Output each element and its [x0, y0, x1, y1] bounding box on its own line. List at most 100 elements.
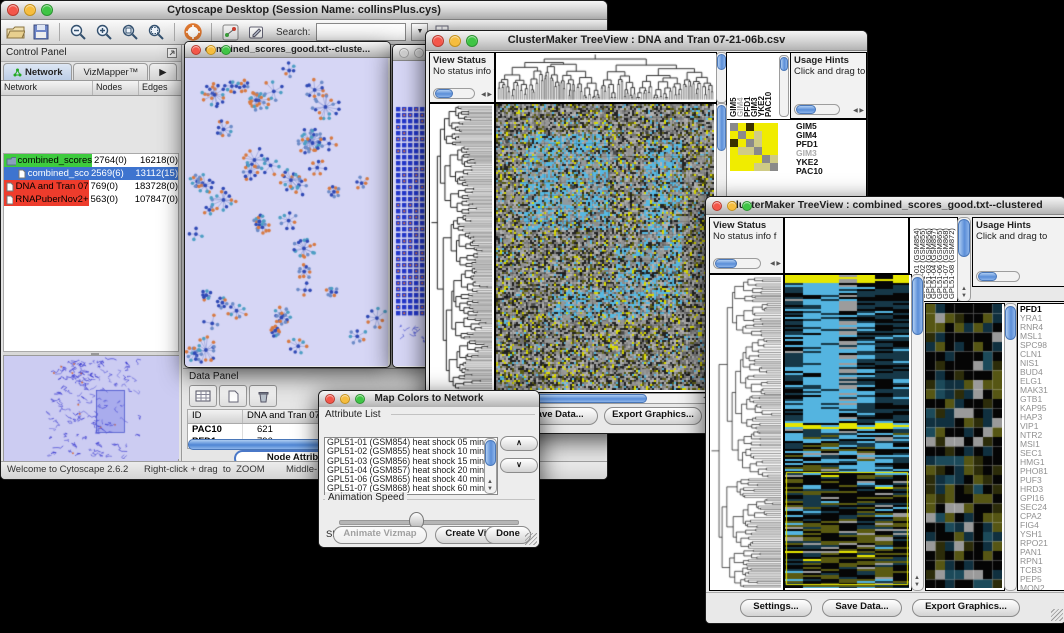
float-panel-icon[interactable]: [167, 48, 177, 58]
close-button[interactable]: [7, 4, 19, 16]
dialog-titlebar[interactable]: Map Colors to Network: [319, 391, 539, 408]
network-row[interactable]: combined_sco2569(6)13112(15): [4, 167, 178, 180]
control-panel-header: Control Panel: [1, 45, 181, 62]
control-panel-title: Control Panel: [6, 47, 67, 58]
settings-button[interactable]: Settings...: [740, 599, 812, 617]
zoom-button[interactable]: [41, 4, 53, 16]
zoom-button[interactable]: [742, 201, 752, 211]
scroll-arrows[interactable]: ◀ ▶: [770, 261, 781, 268]
close-button[interactable]: [432, 35, 444, 47]
zoom-button[interactable]: [221, 45, 231, 55]
minimap-cell: [762, 131, 770, 139]
new-attribute-icon[interactable]: [219, 385, 247, 407]
col-header-edges[interactable]: Edges: [139, 81, 181, 95]
minimize-button[interactable]: [727, 201, 737, 211]
minimap-cell: [738, 123, 746, 131]
minimize-button[interactable]: [449, 35, 461, 47]
cytoscape-titlebar[interactable]: Cytoscape Desktop (Session Name: collins…: [1, 1, 607, 20]
resize-grip[interactable]: [525, 533, 537, 545]
resize-grip[interactable]: [1051, 609, 1063, 621]
close-button[interactable]: [712, 201, 722, 211]
export-graphics-button[interactable]: Export Graphics...: [912, 599, 1020, 617]
network-row[interactable]: DNA and Tran 07769(0)183728(0): [4, 180, 178, 193]
move-down-button[interactable]: ∨: [500, 458, 538, 473]
view-status-scrollbar[interactable]: [713, 258, 761, 269]
attribute-list-scrollbar[interactable]: ▲▼: [484, 438, 497, 494]
document-icon: [6, 195, 13, 205]
network-overview-canvas[interactable]: [4, 356, 179, 459]
save-data-button[interactable]: Save Data...: [822, 599, 902, 617]
heatmap-panel[interactable]: [495, 103, 717, 393]
window-title: Cytoscape Desktop (Session Name: collins…: [167, 4, 441, 16]
minimap-cell: [746, 163, 754, 171]
annotation-icon[interactable]: [246, 22, 266, 42]
column-dendrogram-panel[interactable]: [495, 52, 717, 103]
minimap-cell: [754, 147, 762, 155]
zoom-region-icon[interactable]: [146, 22, 166, 42]
window-controls: [7, 4, 53, 16]
network-view-canvas[interactable]: [185, 58, 388, 366]
zoom-vscrollbar[interactable]: [1004, 303, 1017, 591]
scroll-arrows[interactable]: ◀ ▶: [481, 92, 492, 99]
treeview-dna-titlebar[interactable]: ClusterMaker TreeView : DNA and Tran 07-…: [426, 31, 867, 51]
minimize-button[interactable]: [414, 48, 424, 58]
attribute-select-icon[interactable]: [189, 385, 217, 407]
network-row[interactable]: RNAPuberNov2+563(0)107847(0): [4, 193, 178, 206]
control-panel: Control Panel NetworkVizMapper™▶ Network…: [1, 45, 182, 462]
heatmap-vscrollbar[interactable]: ▲▼: [911, 274, 924, 591]
tab-more[interactable]: ▶: [149, 63, 176, 80]
zoom-in-icon[interactable]: [94, 22, 114, 42]
close-button[interactable]: [399, 48, 409, 58]
labels-scrollbar[interactable]: [779, 55, 789, 117]
col-header-nodes[interactable]: Nodes: [93, 81, 139, 95]
export-graphics-button[interactable]: Export Graphics...: [604, 407, 702, 425]
col-header-network[interactable]: Network: [1, 81, 93, 95]
zoom-fit-icon[interactable]: [120, 22, 140, 42]
zoom-button[interactable]: [466, 35, 478, 47]
scroll-arrows[interactable]: ◀ ▶: [853, 108, 864, 115]
delete-attribute-icon[interactable]: [249, 385, 277, 407]
animate-vizmap-button[interactable]: Animate Vizmap: [333, 526, 427, 544]
document-icon: [6, 182, 14, 192]
vizmapper-icon[interactable]: [220, 22, 240, 42]
close-button[interactable]: [191, 45, 201, 55]
zoom-heatmap-panel[interactable]: [925, 303, 1005, 591]
row-dendrogram-panel[interactable]: [709, 274, 784, 591]
attribute-list[interactable]: GPL51-01 (GSM854) heat shock 05 minGPL51…: [324, 437, 498, 495]
open-folder-icon[interactable]: [5, 22, 25, 42]
animation-speed-slider[interactable]: [339, 520, 519, 525]
minimize-button[interactable]: [206, 45, 216, 55]
labels-scrollbar[interactable]: ▲▼: [957, 217, 971, 302]
tab-vizmapper[interactable]: VizMapper™: [73, 63, 148, 80]
zoom-button[interactable]: [355, 394, 365, 404]
usage-hints-scrollbar[interactable]: [976, 271, 1020, 282]
move-up-button[interactable]: ∧: [500, 436, 538, 451]
network-view-titlebar[interactable]: combined_scores_good.txt--cluste...: [185, 42, 390, 58]
usage-hints-title: Usage Hints: [976, 220, 1031, 231]
minimap-cell: [730, 147, 738, 155]
network-view-window: combined_scores_good.txt--cluste...: [184, 41, 391, 368]
gene-label[interactable]: MON2: [1020, 584, 1064, 591]
network-overview-panel[interactable]: [3, 355, 179, 462]
treeview-combined-titlebar[interactable]: ClusterMaker TreeView : combined_scores_…: [706, 197, 1064, 215]
column-label: GIM5: [729, 55, 736, 117]
save-icon[interactable]: [31, 22, 51, 42]
column-dendrogram-panel[interactable]: [784, 217, 909, 274]
usage-hints-scrollbar[interactable]: [794, 104, 840, 115]
minimize-button[interactable]: [340, 394, 350, 404]
tab-network[interactable]: Network: [3, 63, 72, 80]
zoom-out-icon[interactable]: [68, 22, 88, 42]
minimap-cell: [730, 131, 738, 139]
toolbar-separator: [59, 23, 60, 41]
minimap-cell: [770, 123, 778, 131]
row-dendrogram-panel[interactable]: [429, 103, 495, 393]
heatmap-minimap[interactable]: [730, 123, 778, 171]
close-button[interactable]: [325, 394, 335, 404]
search-input[interactable]: [316, 23, 406, 41]
minimap-cell: [770, 139, 778, 147]
network-row[interactable]: combined_scores2764(0)16218(0): [4, 154, 178, 167]
view-status-scrollbar[interactable]: [433, 88, 475, 99]
heatmap-panel[interactable]: [784, 274, 912, 591]
help-ring-icon[interactable]: [183, 22, 203, 42]
minimize-button[interactable]: [24, 4, 36, 16]
